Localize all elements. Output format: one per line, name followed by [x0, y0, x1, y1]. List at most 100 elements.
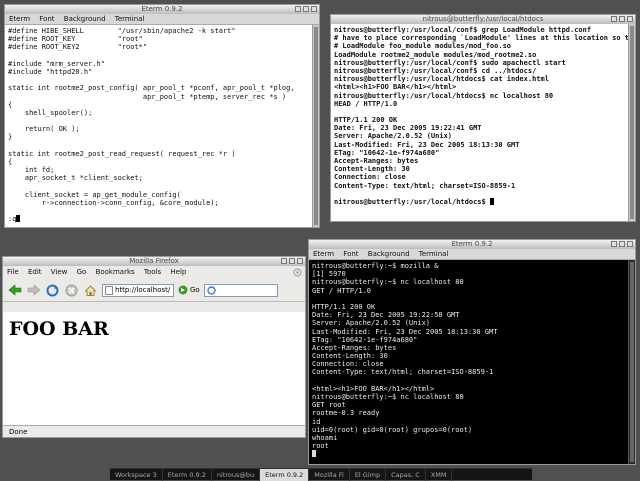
close-button[interactable] — [627, 241, 633, 247]
menu-item[interactable]: Background — [64, 15, 106, 23]
menu-item[interactable]: Eterm — [9, 15, 30, 23]
menu-item[interactable]: Background — [368, 250, 410, 258]
terminal-output[interactable]: nitrous@butterfly:/usr/local/conf$ grep … — [331, 24, 628, 221]
scrollbar-thumb[interactable] — [314, 27, 318, 225]
menu-bar: File Edit View Go Bookmarks Tools Help — [3, 266, 305, 279]
maximize-button[interactable] — [619, 16, 625, 22]
terminal-line: LoadModule rootme2_module modules/mod_ro… — [334, 50, 537, 59]
terminal-line: int fd; — [8, 166, 55, 175]
terminal-line: #define ROOT_KEY2 "root*" — [8, 43, 148, 52]
menu-view[interactable]: View — [51, 268, 68, 276]
taskbar-item[interactable]: Workspace 3 — [110, 468, 163, 481]
title-bar[interactable]: Eterm 0.9.2 — [309, 240, 635, 249]
taskbar-item[interactable]: El Gimp — [350, 468, 387, 481]
terminal-line: Date: Fri, 23 Dec 2005 19:22:41 GMT — [334, 124, 482, 133]
menu-go[interactable]: Go — [77, 268, 87, 276]
minimize-button[interactable] — [611, 241, 617, 247]
maximize-button[interactable] — [303, 6, 309, 12]
menu-file[interactable]: File — [7, 268, 19, 276]
terminal-cursor — [312, 450, 316, 458]
terminal-line: nitrous@butterfly:~$ nc localhost 80 — [312, 393, 464, 401]
terminal-line: Content-Length: 30 — [312, 352, 388, 361]
search-box[interactable] — [203, 283, 278, 297]
menu-bar: Eterm Font Background Terminal — [5, 14, 319, 25]
scrollbar[interactable] — [628, 24, 635, 221]
reload-button[interactable] — [45, 283, 60, 298]
forward-button[interactable] — [26, 283, 41, 298]
menu-item[interactable]: Font — [343, 250, 358, 258]
menu-item[interactable]: Font — [39, 15, 54, 23]
go-button[interactable]: Go — [178, 285, 200, 295]
home-button[interactable] — [83, 283, 98, 298]
terminal-line: #define ROOT_KEY "root" — [8, 35, 143, 44]
terminal-cursor — [489, 197, 494, 205]
stop-button[interactable] — [64, 283, 79, 298]
taskbar-item[interactable]: Mozilla Fi — [309, 468, 350, 481]
close-button[interactable] — [311, 6, 317, 12]
menu-edit[interactable]: Edit — [28, 268, 42, 276]
scrollbar-thumb[interactable] — [630, 262, 634, 462]
menu-help[interactable]: Help — [170, 268, 186, 276]
terminal-line: :q — [8, 215, 309, 223]
cursor-line — [312, 450, 625, 458]
menu-item[interactable]: Terminal — [115, 15, 145, 23]
menu-bookmarks[interactable]: Bookmarks — [96, 268, 135, 276]
title-bar[interactable]: Eterm 0.9.2 — [5, 5, 319, 14]
taskbar-item[interactable]: XMM — [426, 468, 453, 481]
terminal-line: GET / HTTP/1.0 — [312, 286, 372, 295]
eterm-window-code[interactable]: Eterm 0.9.2 Eterm Font Background Termin… — [4, 4, 320, 228]
url-text[interactable]: http://localhost/ — [115, 286, 170, 294]
terminal-line: apr_socket_t *client_socket; — [8, 174, 143, 183]
taskbar-item[interactable]: nitrous@bu — [212, 468, 261, 481]
terminal-line: return( OK ); — [8, 125, 80, 134]
title-bar[interactable]: Mozilla Firefox — [3, 257, 305, 266]
terminal-line: id — [312, 417, 321, 426]
page-content[interactable]: FOO BAR — [3, 312, 305, 425]
terminal-line: #define HIBE_SHELL "/usr/sbin/apache2 -k… — [8, 27, 236, 35]
menu-item[interactable]: Terminal — [419, 250, 449, 258]
terminal-line: nitrous@butterfly:/usr/local/conf$ sudo … — [334, 58, 566, 67]
navigation-toolbar: http://localhost/ Go — [3, 279, 305, 302]
status-text: Done — [9, 428, 28, 436]
taskbar-item[interactable]: Eterm 0.9.2 — [260, 468, 310, 481]
terminal-window-apache[interactable]: nitrous@butterfly:/usr/local/htdocs nitr… — [330, 14, 636, 222]
title-bar[interactable]: nitrous@butterfly:/usr/local/htdocs — [331, 15, 635, 24]
close-button[interactable] — [627, 16, 633, 22]
terminal-line: Date: Fri, 23 Dec 2005 19:22:58 GMT — [312, 311, 460, 320]
window-title: Mozilla Firefox — [129, 257, 179, 265]
terminal-line: <html><h1>FOO BAR</h1></html> — [312, 384, 435, 393]
go-arrow-icon — [178, 285, 188, 295]
back-arrow-icon — [8, 284, 21, 296]
maximize-button[interactable] — [619, 241, 625, 247]
eterm-window-root[interactable]: Eterm 0.9.2 Eterm Font Background Termin… — [308, 239, 636, 465]
firefox-window[interactable]: Mozilla Firefox File Edit View Go Bookma… — [2, 256, 306, 438]
terminal-line: ETag: "10642-1e-f974a680" — [334, 148, 440, 157]
scrollbar[interactable] — [312, 25, 319, 227]
minimize-button[interactable] — [611, 16, 617, 22]
terminal-output[interactable]: nitrous@butterfly:~$ mozilla & [1] 5970 ni… — [309, 260, 628, 464]
maximize-button[interactable] — [289, 258, 295, 264]
back-button[interactable] — [7, 283, 22, 298]
terminal-line: Accept-Ranges: bytes — [334, 157, 419, 165]
close-button[interactable] — [297, 258, 303, 264]
terminal-output[interactable]: #define HIBE_SHELL "/usr/sbin/apache2 -k… — [5, 25, 312, 227]
terminal-line: nitrous@butterfly:/usr/local/htdocs$ nc … — [334, 91, 554, 100]
terminal-line: rootme-0.3 ready — [312, 409, 380, 418]
menu-item[interactable]: Eterm — [313, 250, 334, 258]
minimize-button[interactable] — [281, 258, 287, 264]
scrollbar-thumb[interactable] — [630, 26, 634, 219]
url-bar[interactable]: http://localhost/ — [102, 283, 174, 297]
terminal-line: whoami — [312, 433, 338, 442]
terminal-line: { — [8, 100, 13, 109]
minimize-button[interactable] — [295, 6, 301, 12]
taskbar-item[interactable]: Capas, C — [386, 468, 426, 481]
scrollbar[interactable] — [628, 260, 635, 464]
menu-tools[interactable]: Tools — [144, 268, 161, 276]
terminal-line: static int rootme2_post_read_request( re… — [8, 149, 236, 158]
taskbar-item[interactable]: Eterm 0.9.2 — [163, 468, 212, 481]
terminal-line: # LoadModule foo_module modules/mod_foo.… — [334, 42, 512, 51]
